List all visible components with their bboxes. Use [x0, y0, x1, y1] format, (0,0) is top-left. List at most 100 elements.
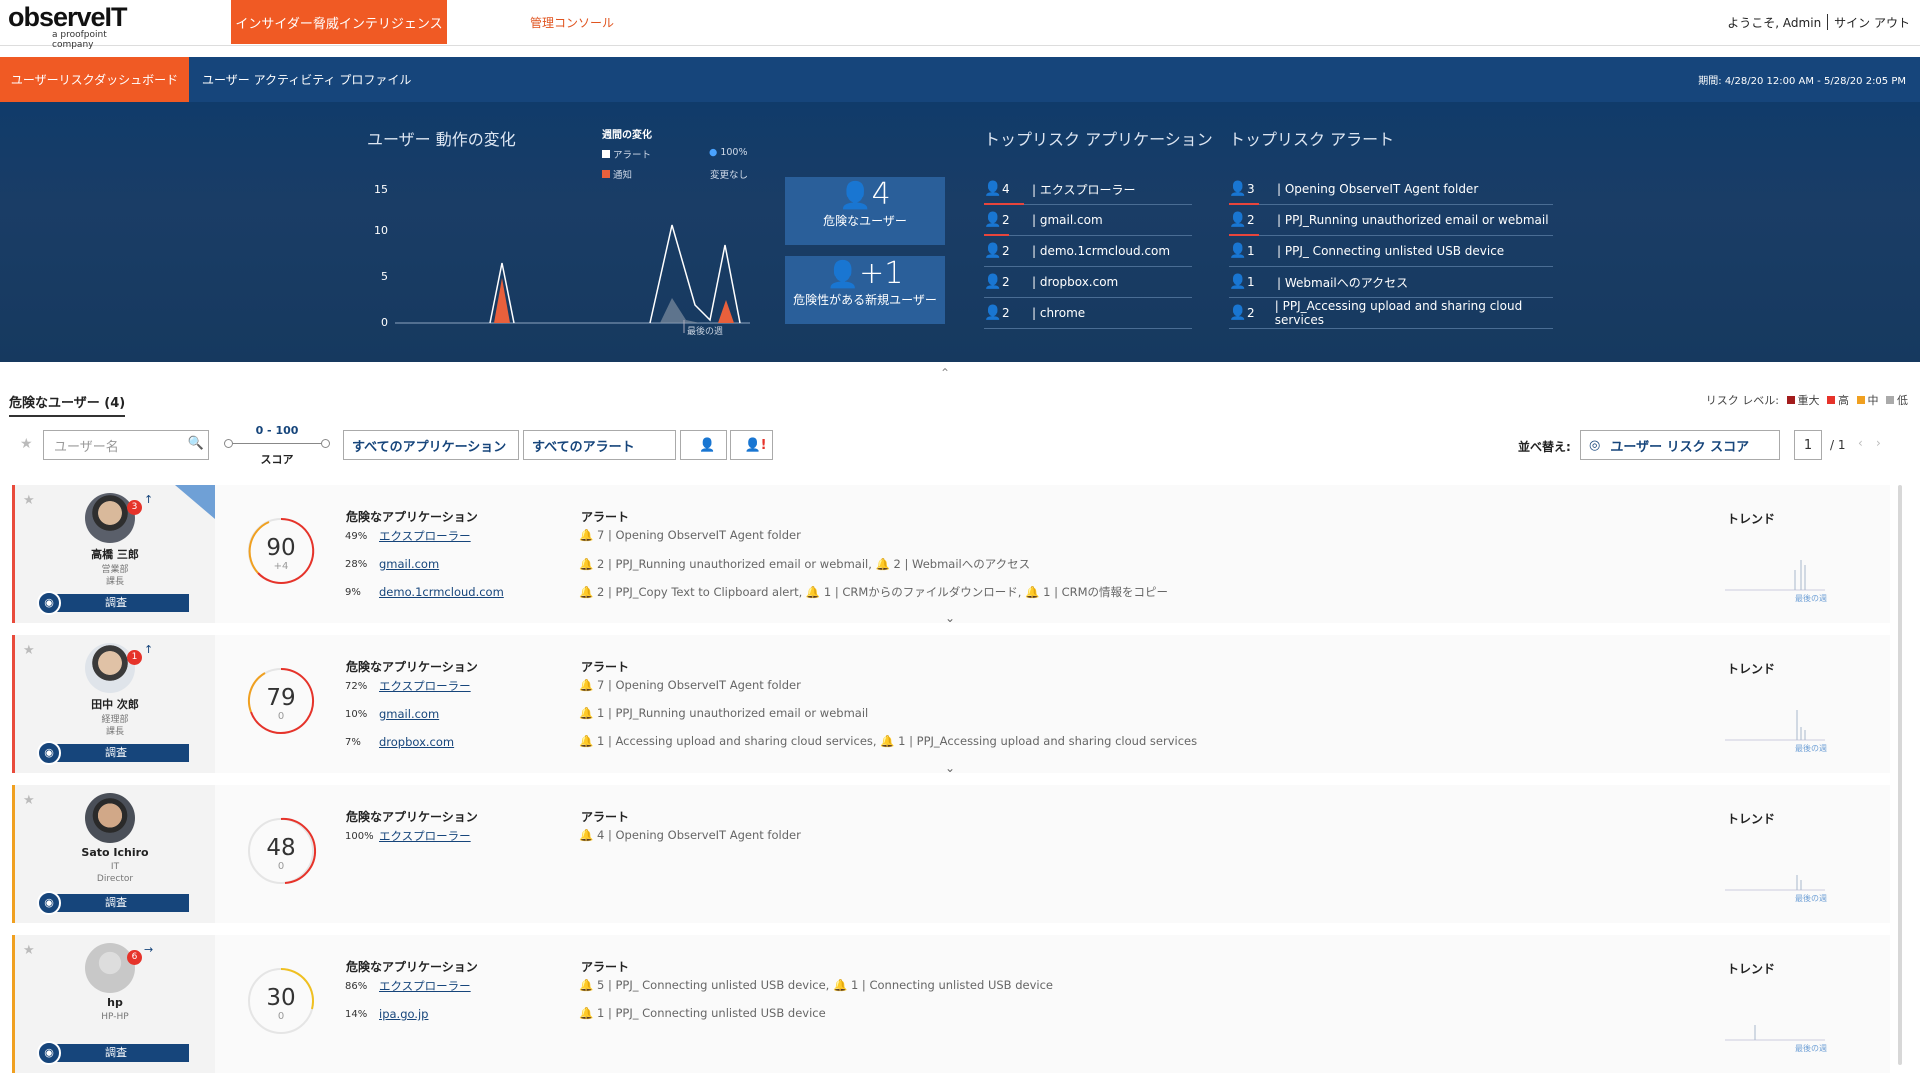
user-name[interactable]: 高橋 三郎 — [15, 546, 215, 562]
app-row[interactable]: 49% エクスプローラー — [345, 528, 471, 544]
app-row[interactable]: 10% gmail.com — [345, 707, 439, 721]
sort-direction-icon[interactable]: ◎ — [1589, 438, 1600, 453]
user-card[interactable]: ★ Sato Ichiro IT Director ◉ 調査 48 0 危険なアプリ… — [12, 785, 1890, 923]
list-item[interactable]: 👤 1 | Webmailへのアクセス — [1229, 267, 1553, 298]
user-icon: 👤 — [1229, 274, 1247, 290]
all-apps-filter[interactable]: すべてのアプリケーション — [343, 430, 519, 460]
new-user-filter-icon[interactable]: 👤 — [680, 430, 727, 460]
score-delta: 0 — [277, 711, 285, 722]
alert-row[interactable]: 🔔 7 | Opening ObserveIT Agent folder — [579, 528, 801, 542]
next-page-icon[interactable]: › — [1876, 436, 1881, 466]
app-row[interactable]: 7% dropbox.com — [345, 735, 454, 749]
slider-handle[interactable] — [224, 439, 233, 448]
avatar[interactable] — [85, 793, 135, 843]
avatar[interactable] — [85, 643, 135, 693]
list-item[interactable]: 👤 2 | gmail.com — [984, 205, 1192, 236]
alert-row[interactable]: 🔔 2 | PPJ_Running unauthorized email or … — [579, 556, 1030, 572]
list-item[interactable]: 👤 3 | Opening ObserveIT Agent folder — [1229, 174, 1553, 205]
behavior-line-chart: 15 10 5 0 最後の週 — [374, 183, 750, 337]
scrollbar[interactable] — [1898, 485, 1902, 1065]
top-apps-title: トップリスク アプリケーション — [984, 130, 1213, 149]
trend-right-icon: → — [144, 943, 154, 956]
score-slider[interactable]: 0 - 100 スコア — [224, 424, 330, 466]
list-item[interactable]: 👤 2 | demo.1crmcloud.com — [984, 236, 1192, 267]
list-item[interactable]: 👤 1 | PPJ_ Connecting unlisted USB device — [1229, 236, 1553, 267]
investigate-button[interactable]: ◉ 調査 — [37, 741, 189, 765]
favorite-star-icon[interactable]: ★ — [23, 643, 35, 658]
y-tick: 0 — [381, 316, 388, 329]
user-card[interactable]: ★ 6 → hp HP-HP ◉ 調査 30 0 危険なアプリケーション 86% エク… — [12, 935, 1890, 1073]
user-card[interactable]: ★ 1 ↑ 田中 次郎 経理部 課長 ◉ 調査 79 0 危険なアプリケーション 7… — [12, 635, 1890, 775]
investigate-button[interactable]: ◉ 調査 — [37, 891, 189, 915]
page-input[interactable]: 1 — [1794, 430, 1822, 460]
expand-chevron-icon[interactable]: ⌄ — [945, 761, 955, 775]
tab-risk-dashboard[interactable]: ユーザーリスクダッシュボード — [0, 57, 189, 102]
sort-select[interactable]: ◎ ユーザー リスク スコア — [1580, 430, 1780, 460]
risky-users-title: 危険なユーザー (4) — [9, 392, 126, 417]
favorite-filter-star-icon[interactable]: ★ — [20, 436, 33, 466]
bell-icon: 🔔 — [579, 734, 594, 748]
list-item[interactable]: 👤 2 | chrome — [984, 298, 1192, 329]
prev-page-icon[interactable]: ‹ — [1858, 436, 1863, 466]
collapse-dashboard-icon[interactable]: ⌃ — [940, 366, 950, 380]
list-item[interactable]: 👤 2 | dropbox.com — [984, 267, 1192, 298]
tab-admin-console[interactable]: 管理コンソール — [530, 0, 614, 44]
app-row[interactable]: 86% エクスプローラー — [345, 978, 471, 994]
user-title: 課長 — [105, 577, 124, 587]
user-icon: 👤 — [984, 181, 1002, 197]
risk-score: 48 — [266, 835, 296, 861]
trend-header: トレンド — [1727, 662, 1776, 676]
list-item[interactable]: 👤 2 | PPJ_Running unauthorized email or we… — [1229, 205, 1553, 236]
tab-activity-profile[interactable]: ユーザー アクティビティ プロファイル — [202, 57, 411, 102]
investigate-button[interactable]: ◉ 調査 — [37, 1041, 189, 1065]
all-alerts-filter[interactable]: すべてのアラート — [523, 430, 676, 460]
alert-row[interactable]: 🔔 4 | Opening ObserveIT Agent folder — [579, 828, 801, 842]
weekly-title: 週間の変化 — [602, 130, 652, 141]
risk-level-legend: リスク レベル: 重大 高 中 低 — [1705, 394, 1908, 407]
alert-row[interactable]: 🔔 1 | Accessing upload and sharing cloud… — [579, 734, 1197, 748]
y-tick: 5 — [381, 270, 388, 283]
logo[interactable]: observeIT a proofpoint company — [8, 4, 148, 51]
risky-apps-header: 危険なアプリケーション — [346, 510, 478, 524]
avatar[interactable] — [85, 493, 135, 543]
app-row[interactable]: 14% ipa.go.jp — [345, 1007, 428, 1021]
top-alerts-list: 👤 3 | Opening ObserveIT Agent folder 👤 2 | P… — [1229, 174, 1553, 329]
user-name[interactable]: 田中 次郎 — [15, 696, 215, 712]
list-item[interactable]: 👤 2 | PPJ_Accessing upload and sharing clo… — [1229, 298, 1553, 329]
kpi-new-risky-users[interactable]: 👤+1 危険性がある新規ユーザー — [785, 256, 945, 324]
alert-row[interactable]: 🔔 1 | PPJ_Running unauthorized email or … — [579, 706, 868, 720]
list-item[interactable]: 👤 4 | エクスプローラー — [984, 174, 1192, 205]
trend-header: トレンド — [1727, 512, 1776, 526]
investigate-button[interactable]: ◉ 調査 — [37, 591, 189, 615]
user-card[interactable]: ★ 3 ↑ 高橋 三郎 営業部 課長 ◉ 調査 90 +4 危険なアプリケーション … — [12, 485, 1890, 625]
expand-chevron-icon[interactable]: ⌄ — [945, 611, 955, 625]
favorite-star-icon[interactable]: ★ — [23, 493, 35, 508]
avatar[interactable] — [85, 943, 135, 993]
x-label: 最後の週 — [687, 325, 723, 337]
score-delta: 0 — [277, 1011, 285, 1022]
favorite-star-icon[interactable]: ★ — [23, 943, 35, 958]
series-notice-area — [494, 278, 510, 323]
app-row[interactable]: 28% gmail.com — [345, 557, 439, 571]
svg-text:最後の週: 最後の週 — [1795, 1043, 1827, 1053]
app-row[interactable]: 72% エクスプローラー — [345, 678, 471, 694]
alerts-header: アラート — [581, 510, 630, 524]
search-icon[interactable]: 🔍 — [188, 436, 204, 451]
app-row[interactable]: 100% エクスプローラー — [345, 828, 471, 844]
alert-row[interactable]: 🔔 7 | Opening ObserveIT Agent folder — [579, 678, 801, 692]
user-box: ようこそ, Admin サイン アウト — [1727, 0, 1910, 44]
y-tick: 15 — [374, 183, 388, 196]
alert-row[interactable]: 🔔 1 | PPJ_ Connecting unlisted USB devic… — [579, 1006, 826, 1020]
tab-insider-threat[interactable]: インサイダー脅威インテリジェンス — [231, 0, 447, 44]
alert-row[interactable]: 🔔 2 | PPJ_Copy Text to Clipboard alert, … — [579, 584, 1168, 600]
signout-link[interactable]: サイン アウト — [1834, 14, 1910, 31]
user-name[interactable]: hp — [15, 996, 215, 1009]
user-name[interactable]: Sato Ichiro — [15, 846, 215, 859]
search-input[interactable]: ユーザー名 🔍 — [43, 430, 209, 460]
favorite-star-icon[interactable]: ★ — [23, 793, 35, 808]
alert-user-filter-icon[interactable]: 👤! — [730, 430, 773, 460]
app-row[interactable]: 9% demo.1crmcloud.com — [345, 585, 504, 599]
kpi-risky-users[interactable]: 👤4 危険なユーザー — [785, 177, 945, 245]
alert-row[interactable]: 🔔 5 | PPJ_ Connecting unlisted USB devic… — [579, 978, 1053, 992]
slider-handle[interactable] — [321, 439, 330, 448]
